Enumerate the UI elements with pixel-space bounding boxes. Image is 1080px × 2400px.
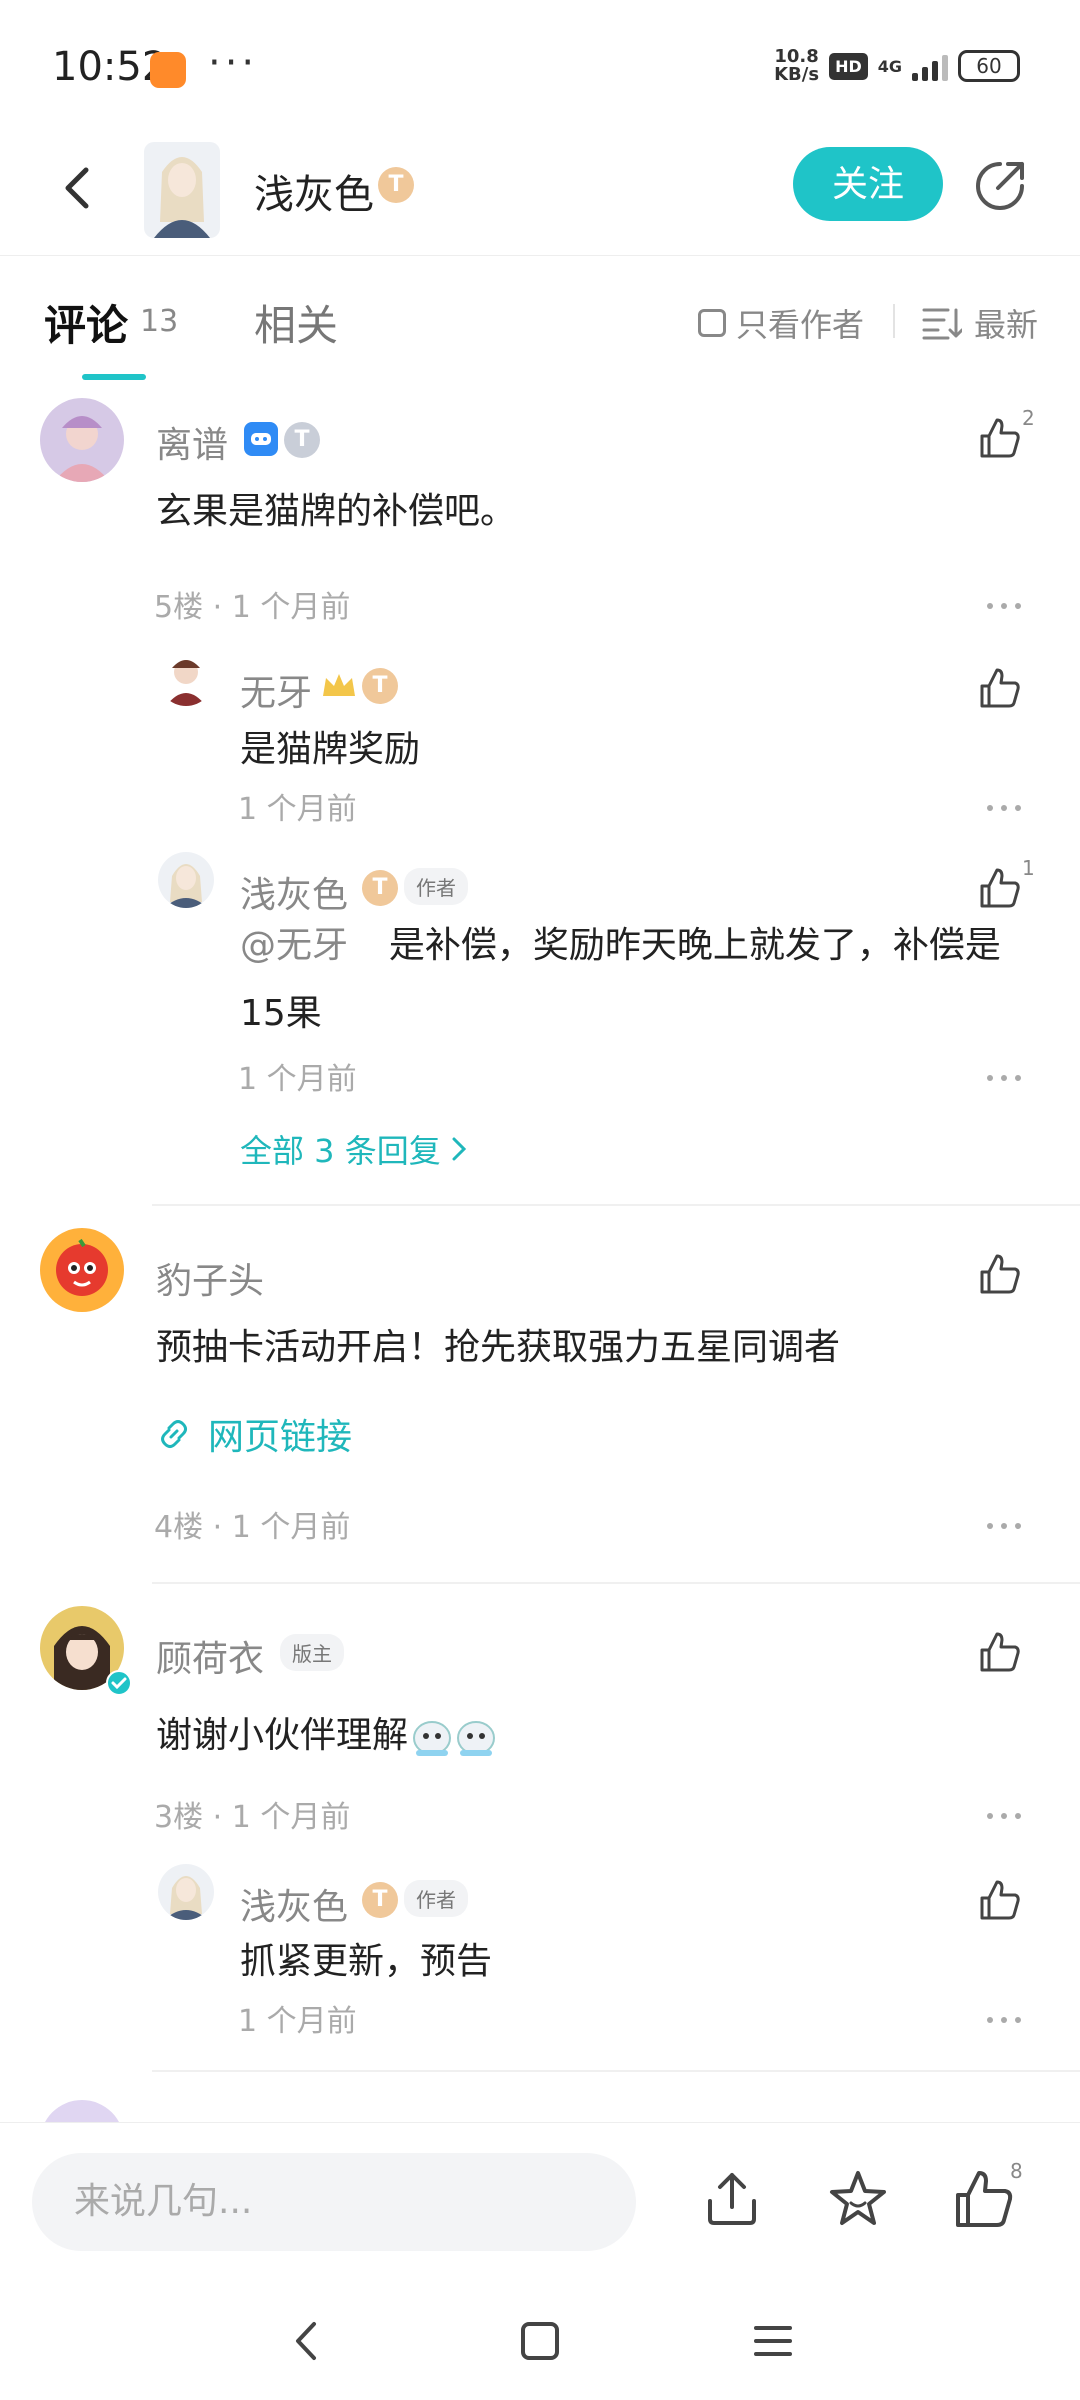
comments-count: 13 — [140, 304, 179, 339]
like-count: 1 — [1022, 856, 1035, 880]
reply-time: 1 个月前 — [238, 792, 357, 827]
bottom-action-bar: 来说几句... 8 — [0, 2122, 1080, 2278]
thumbs-up-icon[interactable] — [978, 416, 1022, 460]
tab-bar: 评论 13 相关 只看作者 最新 — [0, 256, 1080, 386]
verified-icon — [106, 1670, 132, 1696]
thumbs-up-icon[interactable] — [952, 2167, 1016, 2231]
comment-meta: 3楼 · 1 个月前 — [154, 1800, 351, 1835]
reply-username[interactable]: 无牙 — [240, 664, 312, 716]
status-bar: 10:52 ··· 10.8 KB/s HD 4G 60 — [0, 0, 1080, 130]
comment-username[interactable]: 离谱 — [156, 416, 228, 468]
reply-time: 1 个月前 — [238, 2004, 357, 2039]
author-tag: 作者 — [404, 1880, 468, 1917]
reply-username[interactable]: 浅灰色 — [240, 1878, 348, 1930]
level-badge: T — [362, 870, 398, 906]
moderator-tag: 版主 — [280, 1634, 344, 1671]
net-speed: 10.8 KB/s — [774, 46, 820, 85]
reply-text: @无牙 是补偿，奖励昨天晚上就发了，补偿是 15果 — [240, 925, 1001, 1034]
star-icon[interactable] — [826, 2167, 890, 2231]
crown-icon — [323, 674, 355, 696]
comment-username[interactable]: 顾荷衣 — [156, 1630, 264, 1682]
signal-icon — [912, 51, 948, 81]
nav-back-icon[interactable] — [282, 2316, 332, 2366]
tab-related[interactable]: 相关 — [254, 292, 338, 353]
tab-separator — [893, 304, 895, 338]
comment-divider — [152, 1204, 1080, 1206]
thumbs-up-icon[interactable] — [978, 1630, 1022, 1674]
reply-username[interactable]: 浅灰色 — [240, 866, 348, 918]
status-right: 10.8 KB/s HD 4G 60 — [774, 48, 1020, 84]
comment-meta: 5楼 · 1 个月前 — [154, 590, 351, 625]
status-more-dots: ··· — [208, 40, 259, 86]
network-type: 4G — [877, 56, 902, 76]
reply-text: 是猫牌奖励 — [240, 729, 421, 770]
emoji-icon — [413, 1721, 452, 1756]
reply-text: 抓紧更新，预告 — [240, 1941, 493, 1982]
comment-meta: 4楼 · 1 个月前 — [154, 1510, 351, 1545]
post-header: 浅灰色 T 关注 — [0, 130, 1080, 256]
like-count: 2 — [1022, 406, 1035, 430]
comment-text: 玄果是猫牌的补偿吧。 — [156, 491, 517, 532]
reply-time: 1 个月前 — [238, 1062, 357, 1097]
more-dots-icon[interactable] — [984, 1068, 1024, 1088]
author-avatar[interactable] — [144, 142, 220, 238]
game-badge-icon — [244, 422, 278, 456]
follow-button[interactable]: 关注 — [793, 147, 943, 221]
nav-menu-icon[interactable] — [748, 2316, 798, 2366]
sort-icon — [922, 308, 962, 340]
back-arrow-icon[interactable] — [48, 158, 108, 218]
level-badge: T — [284, 422, 320, 458]
avatar[interactable] — [40, 1228, 124, 1312]
tab-active-indicator — [82, 374, 146, 380]
thumbs-up-icon[interactable] — [978, 866, 1022, 910]
only-author-toggle[interactable]: 只看作者 — [698, 300, 864, 346]
chevron-right-icon — [452, 1137, 466, 1161]
author-tag: 作者 — [404, 868, 468, 905]
level-badge: T — [362, 668, 398, 704]
like-count: 8 — [1010, 2159, 1023, 2183]
only-author-label: 只看作者 — [736, 306, 865, 344]
comment-divider — [152, 2070, 1080, 2072]
comment-divider — [152, 1582, 1080, 1584]
more-dots-icon[interactable] — [984, 2010, 1024, 2030]
link-icon — [161, 1420, 187, 1448]
comment-text: 预抽卡活动开启！抢先获取强力五星同调者 — [156, 1327, 841, 1368]
thumbs-up-icon[interactable] — [978, 1252, 1022, 1296]
avatar[interactable] — [158, 650, 214, 706]
web-link[interactable]: 网页链接 — [156, 1408, 352, 1460]
avatar[interactable] — [40, 398, 124, 482]
author-name[interactable]: 浅灰色 — [254, 162, 374, 220]
level-badge: T — [362, 1882, 398, 1918]
more-dots-icon[interactable] — [984, 1806, 1024, 1826]
more-dots-icon[interactable] — [984, 596, 1024, 616]
upload-icon[interactable] — [700, 2167, 764, 2231]
system-nav-bar — [0, 2278, 1080, 2400]
level-badge: T — [378, 167, 414, 203]
battery-icon: 60 — [958, 50, 1020, 82]
more-dots-icon[interactable] — [984, 1516, 1024, 1536]
share-icon[interactable] — [970, 156, 1030, 216]
thumbs-up-icon[interactable] — [978, 1878, 1022, 1922]
comment-input[interactable]: 来说几句... — [32, 2153, 636, 2251]
thumbs-up-icon[interactable] — [978, 666, 1022, 710]
app-notification-icon — [150, 52, 186, 88]
all-replies-link[interactable]: 全部 3 条回复 — [240, 1126, 467, 1172]
emoji-icon — [457, 1721, 496, 1756]
avatar[interactable] — [158, 852, 214, 908]
tab-comments[interactable]: 评论 — [44, 292, 128, 353]
checkbox-icon[interactable] — [698, 309, 726, 337]
comment-text: 谢谢小伙伴理解 — [156, 1702, 498, 1770]
hd-icon: HD — [829, 52, 868, 80]
sort-button[interactable]: 最新 — [922, 300, 1038, 346]
mention-link[interactable]: @无牙 — [240, 925, 348, 966]
comment-username[interactable]: 豹子头 — [156, 1252, 264, 1304]
sort-label: 最新 — [974, 306, 1039, 344]
nav-home-icon[interactable] — [515, 2316, 565, 2366]
more-dots-icon[interactable] — [984, 798, 1024, 818]
avatar[interactable] — [158, 1864, 214, 1920]
